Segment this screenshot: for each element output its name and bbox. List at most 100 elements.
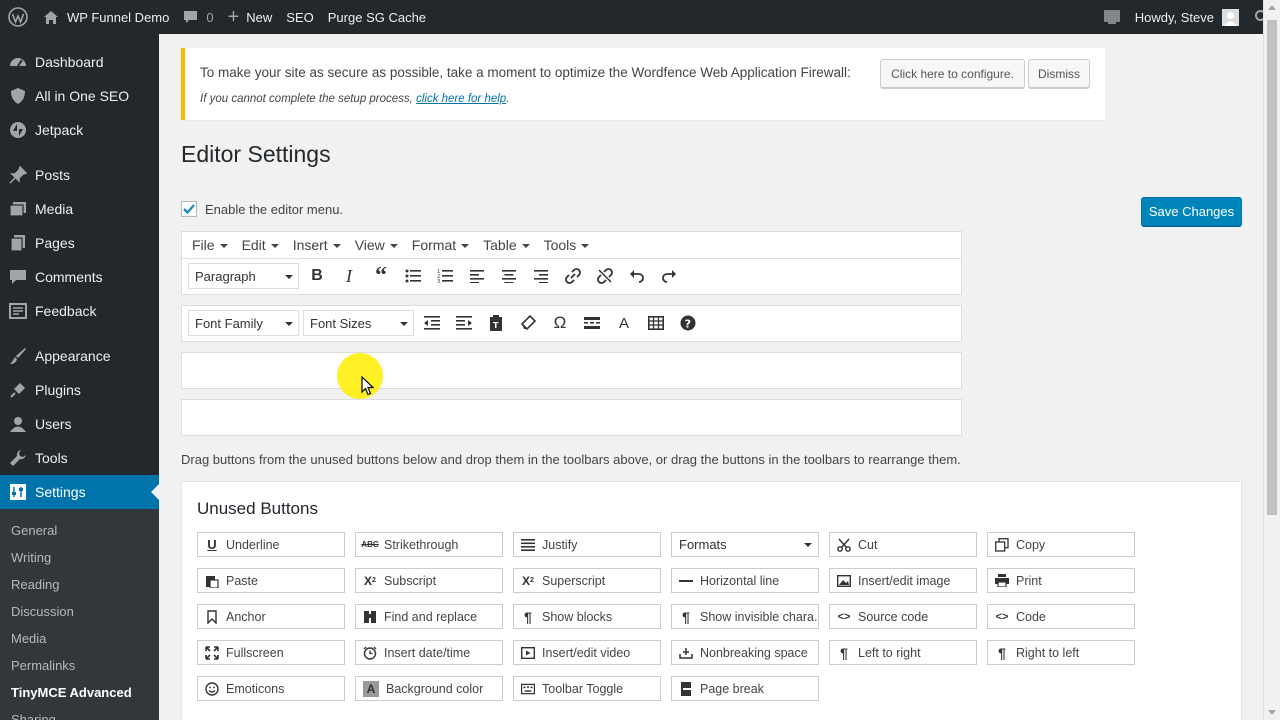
enable-menu-checkbox[interactable] [181,201,197,217]
unused-nbsp-button[interactable]: Nonbreaking space [671,640,819,665]
menu-file[interactable]: File [192,237,234,253]
special-character-icon[interactable]: Ω [547,310,573,336]
unused-show-blocks-button[interactable]: ¶ Show blocks [513,604,661,629]
italic-icon[interactable]: I [336,263,362,289]
sidebar-item-comments[interactable]: Comments [0,260,159,294]
menu-tools[interactable]: Tools [544,237,596,253]
menu-insert[interactable]: Insert [293,237,347,253]
font-sizes-select[interactable]: Font Sizes [303,310,414,336]
menu-edit[interactable]: Edit [242,237,285,253]
unused-bg-color-button[interactable]: A Background color [355,676,503,701]
sidebar-item-all-in-one-seo[interactable]: All in One SEO [0,79,159,113]
unused-code-button[interactable]: <> Code [987,604,1135,629]
submenu-general[interactable]: General [11,523,57,538]
submenu-permalinks[interactable]: Permalinks [11,658,75,673]
font-family-select[interactable]: Font Family [188,310,299,336]
unused-show-invisible-button[interactable]: ¶ Show invisible chara... [671,604,819,629]
unused-insert-image-button[interactable]: Insert/edit image [829,568,977,593]
numbered-list-icon[interactable]: 123 [432,263,458,289]
site-name-link[interactable]: WP Funnel Demo [36,0,176,34]
editor-toolbar-3-empty[interactable] [181,352,962,389]
sidebar-item-tools[interactable]: Tools [0,441,159,475]
unused-copy-button[interactable]: Copy [987,532,1135,557]
submenu-discussion[interactable]: Discussion [11,604,74,619]
sidebar-item-appearance[interactable]: Appearance [0,339,159,373]
scroll-up-arrow-icon[interactable] [1268,5,1276,10]
unused-superscript-button[interactable]: X 2 Superscript [513,568,661,593]
purge-cache-link[interactable]: Purge SG Cache [321,0,433,34]
unused-rtl-button[interactable]: ¶ Right to left [987,640,1135,665]
submenu-media[interactable]: Media [11,631,46,646]
paste-as-text-icon[interactable]: T [483,310,509,336]
menu-format[interactable]: Format [412,237,475,253]
sidebar-item-posts[interactable]: Posts [0,158,159,192]
scroll-down-arrow-icon[interactable] [1268,710,1276,715]
submenu-reading[interactable]: Reading [11,577,59,592]
notification-icon[interactable] [1096,0,1128,34]
menu-view[interactable]: View [355,237,404,253]
undo-icon[interactable] [624,263,650,289]
unused-insert-video-button[interactable]: Insert/edit video [513,640,661,665]
scrollbar-thumb[interactable] [1267,20,1277,515]
page-scrollbar[interactable] [1263,0,1280,720]
sidebar-item-settings[interactable]: Settings [0,475,159,509]
unused-anchor-button[interactable]: Anchor [197,604,345,629]
table-icon[interactable] [643,310,669,336]
comments-link[interactable]: 0 [176,0,220,34]
sidebar-item-feedback[interactable]: Feedback [0,294,159,328]
chevron-down-icon [521,244,530,248]
unused-horizontal-line-button[interactable]: Horizontal line [671,568,819,593]
editor-toolbar-4-empty[interactable] [181,399,962,436]
link-icon[interactable] [560,263,586,289]
sidebar-item-jetpack[interactable]: Jetpack [0,113,159,147]
unused-fullscreen-button[interactable]: Fullscreen [197,640,345,665]
dismiss-button[interactable]: Dismiss [1028,59,1090,88]
bold-icon[interactable]: B [304,263,330,289]
unused-subscript-button[interactable]: X 2 Subscript [355,568,503,593]
submenu-writing[interactable]: Writing [11,550,51,565]
seo-link[interactable]: SEO [279,0,320,34]
sidebar-item-pages[interactable]: Pages [0,226,159,260]
help-icon[interactable]: ? [675,310,701,336]
align-left-icon[interactable] [464,263,490,289]
unused-toolbar-toggle-button[interactable]: Toolbar Toggle [513,676,661,701]
paragraph-select[interactable]: Paragraph [188,263,299,289]
indent-icon[interactable] [451,310,477,336]
sidebar-item-dashboard[interactable]: Dashboard [0,45,159,79]
unused-page-break-button[interactable]: Page break [671,676,819,701]
blockquote-icon[interactable]: “ [368,263,394,289]
redo-icon[interactable] [656,263,682,289]
text-color-icon[interactable]: A [611,310,637,336]
unused-source-code-button[interactable]: <> Source code [829,604,977,629]
sidebar-item-plugins[interactable]: Plugins [0,373,159,407]
my-account-link[interactable]: Howdy, Steve [1128,0,1246,34]
save-changes-button[interactable]: Save Changes [1141,197,1242,226]
unused-emoticons-button[interactable]: Emoticons [197,676,345,701]
submenu-sharing[interactable]: Sharing [11,712,56,720]
unused-strikethrough-button[interactable]: ABC Strikethrough [355,532,503,557]
unused-ltr-button[interactable]: ¶ Left to right [829,640,977,665]
align-right-icon[interactable] [528,263,554,289]
unused-print-button[interactable]: Print [987,568,1135,593]
unused-insert-datetime-button[interactable]: Insert date/time [355,640,503,665]
configure-button[interactable]: Click here to configure. [880,59,1025,88]
read-more-icon[interactable] [579,310,605,336]
new-content-link[interactable]: + New [221,0,280,34]
unused-formats-select[interactable]: Formats [671,532,819,557]
outdent-icon[interactable] [419,310,445,336]
bullet-list-icon[interactable] [400,263,426,289]
clear-formatting-icon[interactable] [515,310,541,336]
wordpress-logo-icon[interactable] [0,0,36,34]
unlink-icon[interactable] [592,263,618,289]
unused-cut-button[interactable]: Cut [829,532,977,557]
unused-find-replace-button[interactable]: Find and replace [355,604,503,629]
unused-underline-button[interactable]: U Underline [197,532,345,557]
menu-table[interactable]: Table [483,237,535,253]
align-center-icon[interactable] [496,263,522,289]
sidebar-item-media[interactable]: Media [0,192,159,226]
submenu-tinymce-advanced[interactable]: TinyMCE Advanced [11,685,132,700]
sidebar-item-users[interactable]: Users [0,407,159,441]
unused-paste-button[interactable]: Paste [197,568,345,593]
help-link[interactable]: click here for help [416,93,506,105]
unused-justify-button[interactable]: Justify [513,532,661,557]
